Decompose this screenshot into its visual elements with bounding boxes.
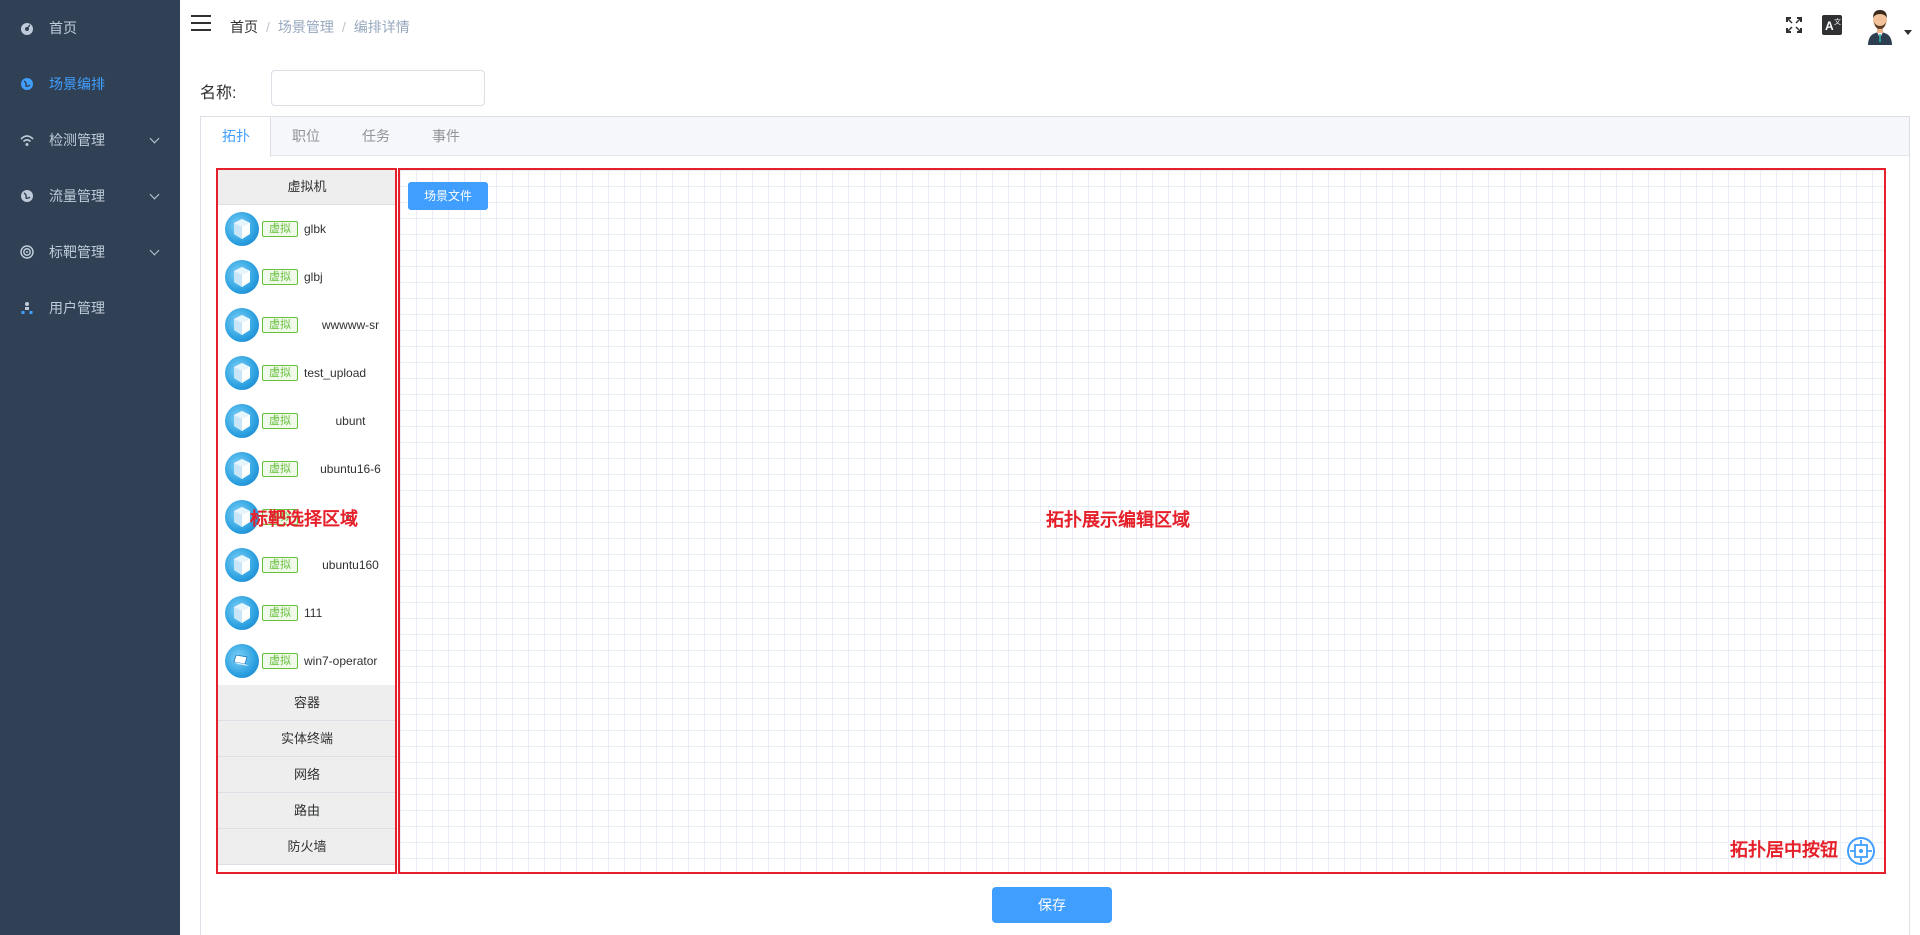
breadcrumb-separator: / [341, 19, 346, 35]
globe-icon [20, 189, 34, 203]
target-palette: 虚拟机 虚拟 glbk 虚拟 glbj 虚拟 wwwww-sr 虚拟 test_upload 虚… [217, 169, 397, 873]
vm-tag: 虚拟 [262, 653, 298, 669]
focus-icon [1847, 837, 1875, 865]
name-label: 名称: [200, 85, 237, 102]
palette-group-physical-terminal[interactable]: 实体终端 [217, 721, 397, 757]
vm-name: win7-operator [304, 654, 378, 668]
sidebar-item-label: 场景编排 [49, 76, 105, 92]
globe-icon [20, 77, 34, 91]
tabs-header: 拓扑 职位 任务 事件 [201, 117, 1909, 157]
breadcrumb-scene-management[interactable]: 场景管理 [278, 17, 334, 37]
sidebar-item-users[interactable]: 用户管理 [0, 280, 180, 336]
palette-group-vm[interactable]: 虚拟机 [217, 169, 397, 205]
chevron-down-icon [149, 133, 160, 144]
vm-name: glbk [304, 222, 327, 236]
navbar: 首页 / 场景管理 / 编排详情 A文 [180, 0, 1920, 50]
vm-list: 虚拟 glbk 虚拟 glbj 虚拟 wwwww-sr 虚拟 test_upload 虚拟 ubu… [217, 205, 397, 685]
server-icon [225, 260, 259, 294]
svg-text:文: 文 [1834, 17, 1841, 26]
palette-group-router[interactable]: 路由 [217, 793, 397, 829]
sidebar-item-label: 流量管理 [49, 188, 105, 204]
server-icon [225, 452, 259, 486]
breadcrumb-separator: / [266, 19, 270, 35]
server-icon [225, 596, 259, 630]
vm-name: glbj [304, 270, 323, 284]
vm-item[interactable]: 虚拟 111 [217, 589, 397, 637]
hamburger-icon[interactable] [191, 15, 211, 31]
breadcrumb-home[interactable]: 首页 [230, 17, 258, 37]
vm-tag: 虚拟 [262, 605, 298, 621]
server-icon [225, 308, 259, 342]
vm-tag: 虚拟 [262, 557, 298, 573]
fullscreen-icon[interactable] [1784, 15, 1804, 35]
tab-position[interactable]: 职位 [271, 117, 341, 156]
server-icon [225, 356, 259, 390]
scene-file-button[interactable]: 场景文件 [408, 182, 488, 210]
canvas-region-label: 拓扑展示编辑区域 [1046, 510, 1190, 530]
svg-text:A: A [1825, 19, 1834, 33]
center-topology-button[interactable] [1846, 836, 1876, 866]
dashboard-icon [20, 21, 34, 35]
vm-tag: 虚拟 [262, 509, 298, 525]
server-icon [225, 500, 259, 534]
vm-tag: 虚拟 [262, 461, 298, 477]
topology-canvas[interactable]: 场景文件 拓扑展示编辑区域 拓扑居中按钮 [398, 168, 1886, 874]
vm-name: wwwww-sr [321, 318, 380, 332]
tab-task[interactable]: 任务 [341, 117, 411, 156]
users-icon [20, 301, 34, 315]
vm-item[interactable]: 虚拟 ubuntu16-6 [217, 445, 397, 493]
vm-item[interactable]: 虚拟 ubunt [217, 397, 397, 445]
vm-name: ubuntu160 [322, 558, 379, 572]
vm-item[interactable]: 虚拟 wwwww-sr [217, 301, 397, 349]
sidebar-item-label: 检测管理 [49, 132, 105, 148]
breadcrumb: 首页 / 场景管理 / 编排详情 [230, 17, 410, 37]
sidebar-item-traffic[interactable]: 流量管理 [0, 168, 180, 224]
translate-icon[interactable]: A文 [1822, 15, 1842, 35]
vm-name: ubunt [335, 414, 366, 428]
sidebar-item-label: 标靶管理 [49, 244, 105, 260]
tab-topology[interactable]: 拓扑 [201, 117, 271, 157]
sidebar-item-label: 首页 [49, 20, 77, 36]
chevron-down-icon [149, 189, 160, 200]
vm-name: E [346, 510, 355, 524]
save-button[interactable]: 保存 [992, 887, 1112, 923]
center-button-label: 拓扑居中按钮 [1730, 840, 1838, 860]
sidebar-item-label: 用户管理 [49, 300, 105, 316]
vm-tag: 虚拟 [262, 221, 298, 237]
caret-down-icon[interactable] [1904, 29, 1912, 35]
target-icon [20, 245, 34, 259]
name-input[interactable] [271, 70, 485, 106]
vm-item[interactable]: 虚拟 glbk [217, 205, 397, 253]
navbar-right: A文 [1784, 0, 1920, 50]
vm-item[interactable]: 虚拟 test_upload [217, 349, 397, 397]
sidebar: 首页 场景编排 检测管理 流量管理 标靶管理 用户管理 [0, 0, 180, 935]
vm-item[interactable]: 虚拟 E [217, 493, 397, 541]
server-icon [225, 404, 259, 438]
chevron-down-icon [149, 245, 160, 256]
palette-group-firewall[interactable]: 防火墙 [217, 829, 397, 865]
vm-item[interactable]: 虚拟 glbj [217, 253, 397, 301]
breadcrumb-current: 编排详情 [353, 19, 410, 35]
vm-name: 111 [304, 606, 323, 620]
server-icon [225, 212, 259, 246]
wifi-icon [20, 133, 34, 147]
vm-item[interactable]: 虚拟 ubuntu160 [217, 541, 397, 589]
vm-name: ubuntu16-6 [320, 462, 381, 476]
laptop-icon [225, 644, 259, 678]
vm-tag: 虚拟 [262, 317, 298, 333]
sidebar-item-scene[interactable]: 场景编排 [0, 56, 180, 112]
vm-tag: 虚拟 [262, 269, 298, 285]
avatar[interactable] [1860, 5, 1900, 45]
sidebar-item-target[interactable]: 标靶管理 [0, 224, 180, 280]
palette-group-network[interactable]: 网络 [217, 757, 397, 793]
vm-tag: 虚拟 [262, 413, 298, 429]
vm-tag: 虚拟 [262, 365, 298, 381]
palette-group-container[interactable]: 容器 [217, 685, 397, 721]
sidebar-item-detection[interactable]: 检测管理 [0, 112, 180, 168]
vm-name: test_upload [304, 366, 367, 380]
server-icon [225, 548, 259, 582]
vm-item[interactable]: 虚拟 win7-operator [217, 637, 397, 685]
sidebar-item-home[interactable]: 首页 [0, 0, 180, 56]
tab-event[interactable]: 事件 [411, 117, 481, 156]
